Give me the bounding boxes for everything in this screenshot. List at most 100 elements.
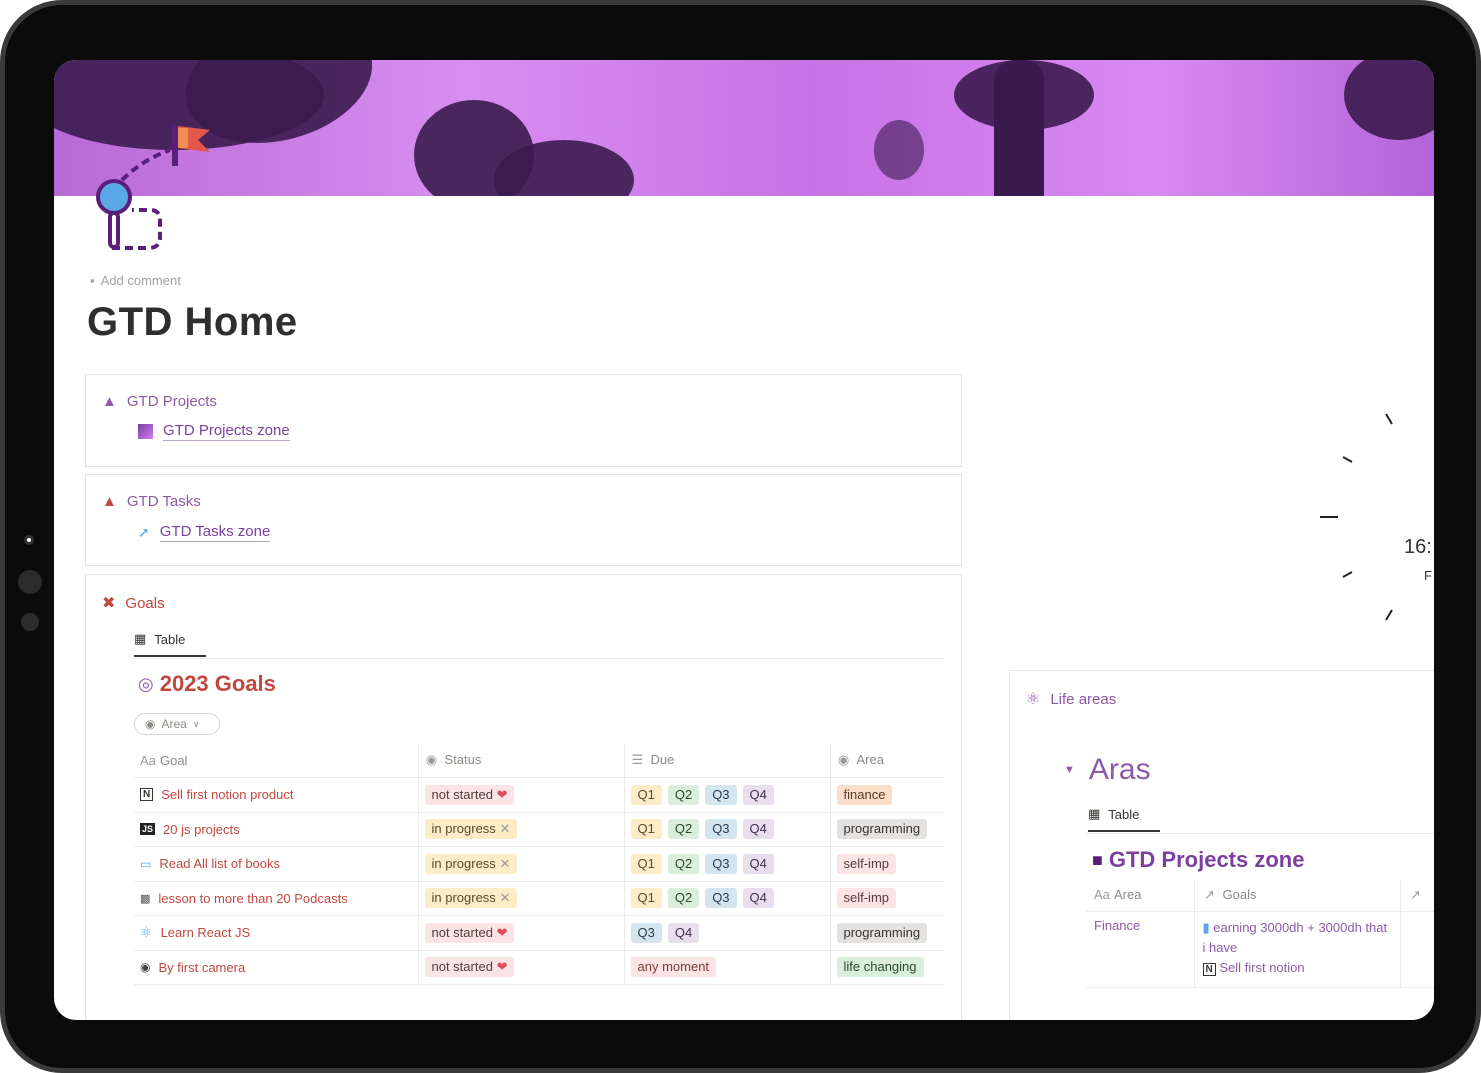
goal-name[interactable]: Sell first notion product [161, 787, 293, 802]
side-button [18, 570, 42, 594]
goal-name[interactable]: lesson to more than 20 Podcasts [158, 891, 347, 906]
table-row[interactable]: ▩ lesson to more than 20 Podcasts in prog… [134, 881, 944, 916]
clock-ticks [1320, 413, 1393, 621]
chevron-down-icon: ∨ [192, 718, 200, 729]
col-due-label: Due [650, 752, 675, 767]
clock-time: 16: [1404, 536, 1432, 558]
area-filter-label: Area [161, 717, 187, 731]
relation-arrow-icon: ↗ [1410, 887, 1421, 902]
triangle-down-icon: ▼ [1064, 764, 1075, 776]
pin-icon: ➚ [138, 524, 150, 540]
tab-table[interactable]: ▦ Table [134, 631, 206, 657]
area-tag: life changing [836, 957, 924, 978]
relation-arrow-icon: ↗ [1204, 887, 1215, 902]
projects-zone-link[interactable]: GTD Projects zone [138, 422, 290, 441]
status-badge: in progress ✕ [424, 853, 518, 874]
status-badge: in progress ✕ [424, 819, 518, 840]
cover-image [54, 60, 1434, 196]
area-filter[interactable]: ◉ Area ∨ [134, 713, 220, 735]
goal-link[interactable]: ▮ earning 3000dh + 3000dh that i have [1203, 918, 1392, 958]
due-tag: Q2 [667, 853, 700, 874]
goal-name[interactable]: Learn React JS [161, 925, 251, 940]
table-row[interactable]: ▭ Read All list of books in progress ✕ Q1… [134, 846, 944, 882]
tools-icon: ✕ [499, 821, 511, 837]
status-text: in progress [431, 821, 496, 837]
table-icon: ▦ [134, 631, 147, 646]
tasks-card: ▲ GTD Tasks ➚ GTD Tasks zone [85, 474, 962, 566]
col-relation[interactable]: ↗ [1399, 881, 1434, 912]
goals-card-header: ✖ Goals [102, 593, 165, 613]
area-name[interactable]: Finance [1086, 911, 1194, 988]
goal-link-label: earning 3000dh + 3000dh that i have [1202, 919, 1388, 955]
clock-widget: 16: F [1314, 400, 1434, 640]
tasks-card-title: GTD Tasks [126, 493, 201, 510]
js-icon: JS [140, 823, 156, 836]
notion-icon: N [1202, 962, 1216, 976]
status-text: in progress [431, 855, 496, 871]
due-tag: Q1 [630, 853, 662, 874]
table-row[interactable]: ⚛ Learn React JS not started ❤ Q3 Q4 progr… [134, 915, 944, 951]
goal-name[interactable]: 20 js projects [163, 822, 240, 837]
add-comment-button[interactable]: ▪ Add comment [90, 273, 181, 288]
status-badge: not started ❤ [424, 957, 515, 978]
tab-table[interactable]: ▦ Table [1088, 806, 1160, 832]
goal-name[interactable]: By first camera [158, 960, 245, 975]
col-status[interactable]: ◉ Status [417, 743, 624, 778]
broken-heart-icon: ❤ [496, 924, 508, 940]
due-tag: any moment [630, 957, 717, 978]
tab-table-label: Table [154, 631, 186, 647]
tasks-zone-link-label: GTD Tasks zone [159, 523, 271, 542]
tasks-zone-link[interactable]: ➚ GTD Tasks zone [138, 523, 271, 542]
camera-icon: ◉ [140, 960, 151, 975]
status-icon: ◉ [425, 752, 438, 767]
tab-divider [134, 658, 944, 659]
notion-icon: N [140, 788, 154, 802]
table-row[interactable]: JS 20 js projects in progress ✕ Q1 Q2 Q3 Q4 … [134, 812, 944, 847]
goals-cell: ▮ earning 3000dh + 3000dh that i have N … [1193, 911, 1400, 988]
map-pin-flag-icon [96, 126, 210, 250]
due-tag: Q2 [667, 888, 700, 909]
atom-icon: ⚛ [1026, 691, 1041, 708]
col-due[interactable]: ☰ Due [623, 743, 830, 778]
area-tag: self-imp [836, 888, 897, 909]
goal-name[interactable]: Read All list of books [159, 856, 280, 871]
due-tag: Q2 [667, 784, 700, 805]
status-text: not started [431, 924, 493, 940]
due-tag: Q3 [630, 922, 662, 943]
due-tag: Q4 [667, 922, 700, 943]
goal-link[interactable]: N Sell first notion [1202, 958, 1392, 980]
col-status-label: Status [444, 752, 482, 767]
page-thumbnail-icon [138, 424, 153, 439]
col-goals-label: Goals [1222, 887, 1257, 902]
page-title: GTD Home [87, 300, 298, 344]
goals-db-title[interactable]: ◎ 2023 Goals [138, 671, 276, 697]
projects-card: ▲ GTD Projects GTD Projects zone [85, 374, 962, 467]
life-areas-header: ⚛ Life areas [1026, 689, 1116, 709]
table-row[interactable]: ◉ By first camera not started ❤ any momen… [134, 950, 944, 985]
aras-toggle[interactable]: ▼ Aras [1064, 753, 1151, 787]
status-badge: not started ❤ [424, 922, 515, 943]
col-goals[interactable]: ↗ Goals [1193, 881, 1400, 912]
due-tag: Q1 [630, 888, 662, 909]
table-row[interactable]: Finance ▮ earning 3000dh + 3000dh that i… [1086, 911, 1434, 988]
book-icon: ▭ [140, 856, 152, 871]
goals-card: ✖ Goals ▦ Table ◎ 2023 Goals ◉ Area ∨ Aa [85, 574, 962, 1020]
col-area[interactable]: ◉ Area [829, 743, 944, 778]
areas-table-header: Aa Area ↗ Goals ↗ [1086, 881, 1434, 912]
tab-divider [1086, 833, 1434, 834]
projects-zone-db-title[interactable]: ■ GTD Projects zone [1092, 847, 1304, 873]
react-icon: ⚛ [140, 924, 153, 941]
broken-heart-icon: ❤ [496, 786, 508, 802]
due-tag: Q3 [705, 888, 737, 909]
life-areas-card: ⚛ Life areas ▼ Aras ▦ Table ■ GTD Projec… [1009, 670, 1434, 1020]
projects-zone-link-label: GTD Projects zone [163, 422, 290, 441]
sitemap-icon: ▲ [102, 493, 117, 510]
tools-icon: ✕ [499, 890, 511, 906]
list-icon: ☰ [631, 752, 644, 767]
due-tag: Q1 [630, 784, 662, 805]
col-goal[interactable]: Aa Goal [134, 743, 418, 778]
tablet-frame: ▪ Add comment GTD Home ▲ GTD Projects GT… [0, 0, 1481, 1073]
status-badge: in progress ✕ [424, 888, 518, 909]
col-area[interactable]: Aa Area [1086, 881, 1194, 912]
table-row[interactable]: N Sell first notion product not started ❤… [134, 777, 944, 813]
